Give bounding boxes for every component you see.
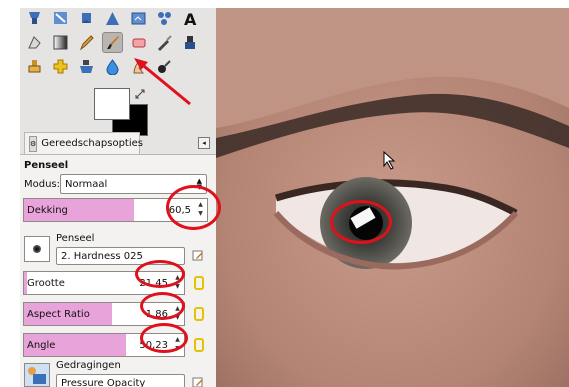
aspect-ratio-highlight-circle [140,292,185,320]
bucket-icon[interactable] [76,8,97,29]
heal-cross-icon[interactable] [50,56,71,77]
angle-highlight-circle [140,323,188,353]
clone-icon[interactable] [24,56,45,77]
aspect-ratio-reset-icon[interactable] [194,307,204,321]
eraser-icon[interactable] [128,32,149,53]
paintbrush-icon[interactable] [102,32,123,53]
airbrush-icon[interactable] [154,32,175,53]
size-label: Grootte [27,278,65,289]
dynamics-label: Gedragingen [56,360,121,371]
opacity-highlight-circle [166,185,221,230]
edit-brush-icon[interactable] [192,249,204,261]
aspect-ratio-label: Aspect Ratio [27,309,90,320]
brush-preview[interactable] [24,236,50,262]
dynamics-preview-icon[interactable] [24,363,50,387]
tool-options-icon: ⚙ [29,135,38,152]
tab-tool-options-label: Gereedschapsopties [41,138,143,149]
dynamics-field[interactable]: Pressure Opacity [56,374,185,387]
brush-name-value: 2. Hardness 025 [61,250,143,262]
edit-dynamics-icon[interactable] [192,376,204,387]
image-canvas[interactable] [216,8,569,387]
crop-icon[interactable] [128,8,149,29]
blur-icon[interactable] [102,56,123,77]
gradient-icon[interactable] [50,32,71,53]
tab-tool-options[interactable]: ⚙ Gereedschapsopties [24,132,143,154]
pupil-highlight-circle [330,200,392,244]
angle-reset-icon[interactable] [194,338,204,352]
size-reset-icon[interactable] [194,276,204,290]
ink-icon[interactable] [180,32,201,53]
smudge-icon[interactable] [24,32,45,53]
svg-text:A: A [184,10,197,27]
swap-colors-icon[interactable] [134,88,146,100]
foreground-color-swatch[interactable] [94,88,130,120]
brush-label: Penseel [56,233,95,244]
color-swatches [94,88,152,138]
eye-photo [216,8,569,387]
dynamics-value: Pressure Opacity [61,377,146,387]
dock-tab-bar: ⚙ Gereedschapsopties ◂ [20,132,216,154]
dodge-burn-icon[interactable] [154,56,175,77]
brush-dot-icon [33,245,41,253]
smudge-finger-icon[interactable] [128,56,149,77]
warp-icon[interactable] [102,8,123,29]
tool-title: Penseel [24,160,69,171]
opacity-label: Dekking [27,205,68,216]
tab-menu-icon[interactable]: ◂ [198,137,210,149]
angle-label: Angle [27,340,56,351]
size-highlight-circle [135,260,185,288]
perspective-clone-icon[interactable] [76,56,97,77]
mode-label: Modus: [24,179,61,190]
text-tool-icon[interactable]: A [180,8,201,29]
screenshot-frame: A ⚙ Gereedschapsopties ◂ Penseel Modus: … [0,0,569,387]
heal-icon[interactable] [50,8,71,29]
select-icon[interactable] [154,8,175,29]
mode-value: Normaal [65,178,108,190]
clone-stamp-icon[interactable] [24,8,45,29]
pencil-icon[interactable] [76,32,97,53]
